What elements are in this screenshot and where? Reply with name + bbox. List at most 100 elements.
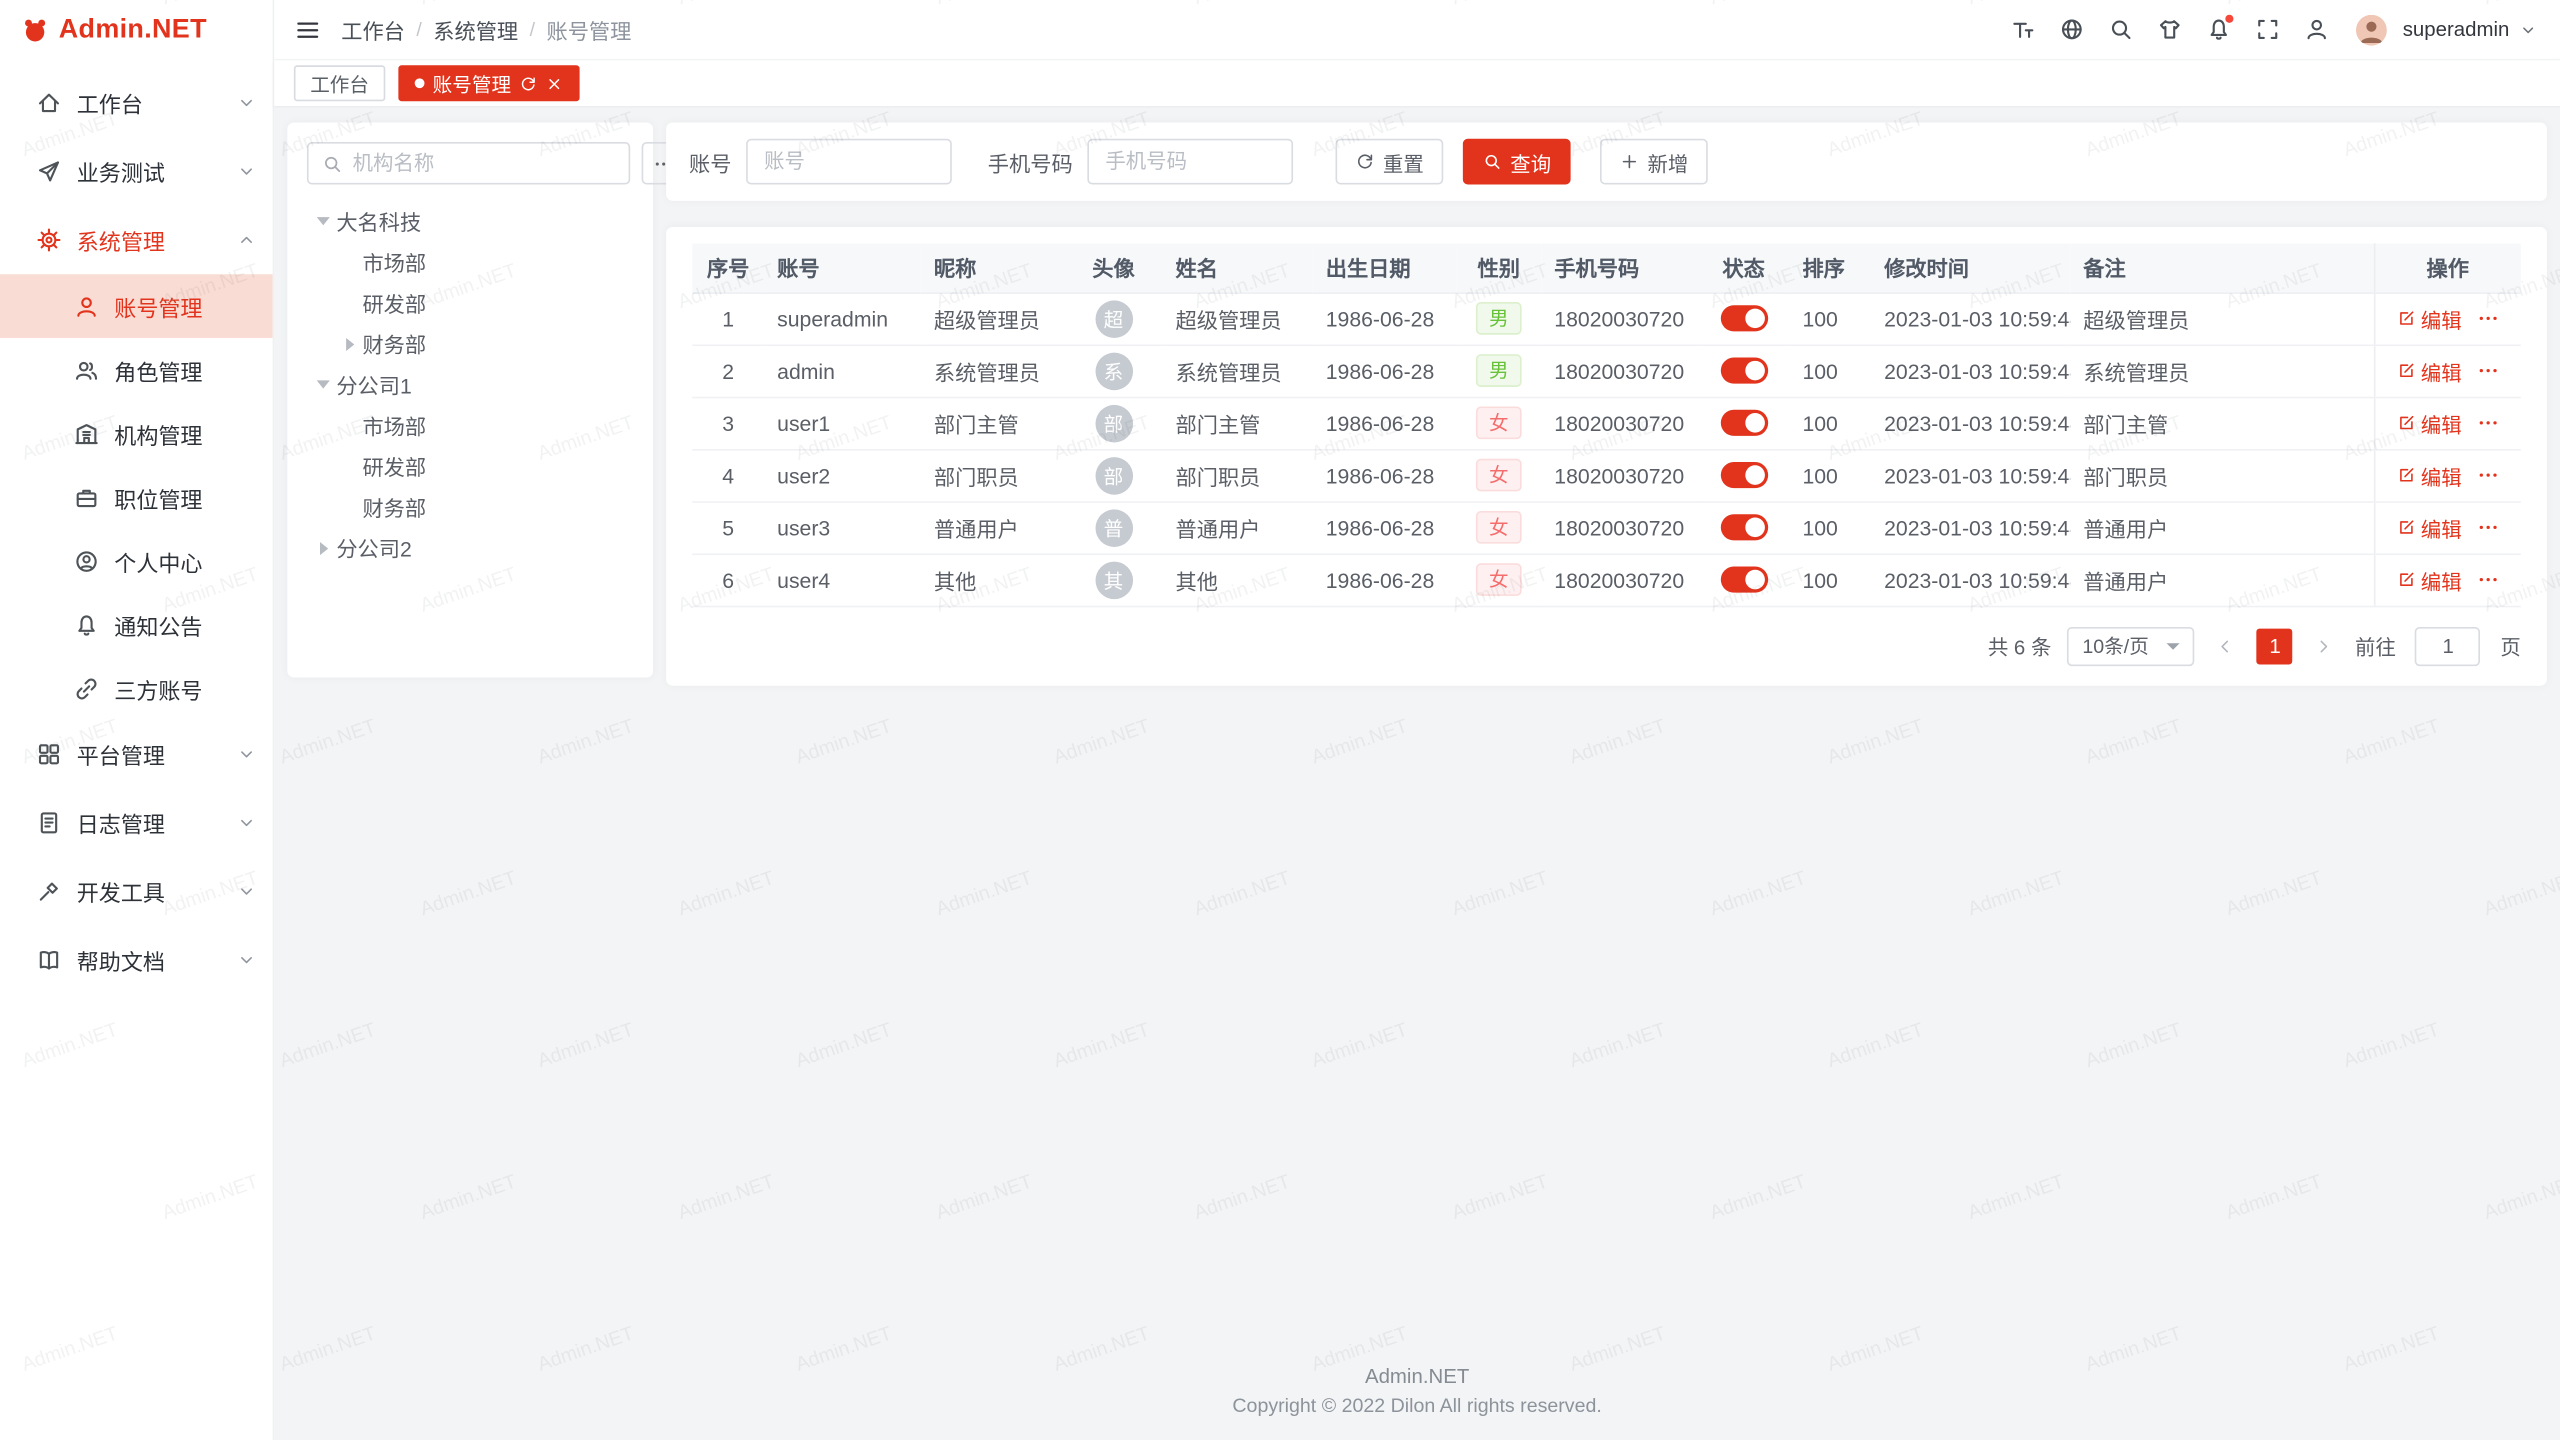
column-header: 账号 — [764, 243, 921, 292]
tree-node[interactable]: 研发部 — [304, 446, 637, 487]
more-actions-button[interactable] — [2476, 359, 2499, 382]
edit-button[interactable]: 编辑 — [2396, 564, 2461, 595]
page-size-select[interactable]: 10条/页 — [2068, 626, 2195, 665]
sidebar-item-role-mgmt[interactable]: 角色管理 — [0, 338, 273, 402]
breadcrumb-item[interactable]: 工作台 — [341, 14, 405, 45]
sidebar-item-org-mgmt[interactable]: 机构管理 — [0, 402, 273, 466]
sidebar-item-label: 通知公告 — [114, 608, 256, 641]
search-icon[interactable] — [2101, 9, 2142, 50]
cell-gender: 女 — [1456, 449, 1541, 501]
tab-account-mgmt[interactable]: 账号管理 — [398, 65, 579, 101]
sidebar-item-notice[interactable]: 通知公告 — [0, 593, 273, 657]
cell-birth-date: 1986-06-28 — [1313, 553, 1457, 605]
tab-close-icon[interactable] — [545, 74, 563, 92]
page-1-button[interactable]: 1 — [2257, 628, 2293, 664]
caret-right-icon[interactable] — [336, 331, 362, 357]
menu-collapse-icon[interactable] — [294, 16, 322, 44]
cell-remark: 普通用户 — [2070, 553, 2374, 605]
sidebar-item-help-docs[interactable]: 帮助文档 — [0, 926, 273, 995]
sidebar-item-platform-mgmt[interactable]: 平台管理 — [0, 720, 273, 789]
tree-node[interactable]: 分公司1 — [304, 364, 637, 405]
account-input[interactable] — [746, 139, 952, 185]
edit-button[interactable]: 编辑 — [2396, 407, 2461, 438]
status-toggle[interactable] — [1720, 410, 1767, 436]
edit-button[interactable]: 编辑 — [2396, 512, 2461, 543]
edit-button[interactable]: 编辑 — [2396, 460, 2461, 491]
font-size-icon[interactable] — [2003, 9, 2044, 50]
tree-node[interactable]: 研发部 — [304, 282, 637, 323]
edit-icon — [2396, 465, 2416, 485]
add-button[interactable]: 新增 — [1600, 139, 1708, 185]
edit-icon — [2396, 570, 2416, 590]
edit-label: 编辑 — [2421, 355, 2462, 386]
book-icon — [36, 947, 62, 973]
cell-account: user2 — [764, 449, 921, 501]
tree-node[interactable]: 财务部 — [304, 487, 637, 528]
breadcrumb-item[interactable]: 账号管理 — [546, 14, 631, 45]
tab-workbench[interactable]: 工作台 — [294, 65, 385, 101]
phone-input[interactable] — [1087, 139, 1293, 185]
more-actions-button[interactable] — [2476, 307, 2499, 330]
sidebar-item-log-mgmt[interactable]: 日志管理 — [0, 789, 273, 858]
phone-label: 手机号码 — [988, 146, 1073, 177]
status-toggle[interactable] — [1720, 515, 1767, 541]
cell-index: 2 — [692, 344, 764, 396]
status-toggle[interactable] — [1720, 358, 1767, 384]
sidebar-item-system-mgmt[interactable]: 系统管理 — [0, 206, 273, 275]
logo-icon — [21, 16, 49, 44]
cell-nickname: 超级管理员 — [921, 292, 1065, 344]
cell-avatar: 普 — [1064, 501, 1162, 553]
username[interactable]: superadmin — [2403, 18, 2510, 41]
column-header: 序号 — [692, 243, 764, 292]
chevron-down-icon[interactable] — [2519, 20, 2537, 38]
more-actions-button[interactable] — [2476, 516, 2499, 539]
cell-index: 6 — [692, 553, 764, 605]
goto-page-input[interactable] — [2415, 626, 2480, 665]
tree-node[interactable]: 大名科技 — [304, 201, 637, 242]
status-toggle[interactable] — [1720, 463, 1767, 489]
tree-node-label: 研发部 — [362, 451, 426, 482]
content-row: 大名科技市场部研发部财务部分公司1市场部研发部财务部分公司2 账号 手机号码 重… — [287, 122, 2547, 684]
fullscreen-icon[interactable] — [2248, 9, 2289, 50]
caret-down-icon[interactable] — [310, 371, 336, 397]
sidebar-item-third-party-account[interactable]: 三方账号 — [0, 656, 273, 720]
sidebar-item-dev-tools[interactable]: 开发工具 — [0, 857, 273, 926]
tree-node[interactable]: 市场部 — [304, 242, 637, 283]
cell-modified-time: 2023-01-03 10:59:44 — [1871, 501, 2070, 553]
sidebar-item-business-test[interactable]: 业务测试 — [0, 137, 273, 206]
page-size-value: 10条/页 — [2082, 632, 2148, 660]
prev-page-button[interactable] — [2211, 631, 2240, 660]
search-button[interactable]: 查询 — [1463, 139, 1571, 185]
reset-button[interactable]: 重置 — [1336, 139, 1444, 185]
caret-down-icon[interactable] — [310, 208, 336, 234]
status-toggle[interactable] — [1720, 306, 1767, 332]
more-actions-button[interactable] — [2476, 411, 2499, 434]
tree-node-label: 研发部 — [362, 287, 426, 318]
tab-refresh-icon[interactable] — [519, 74, 537, 92]
cell-nickname: 系统管理员 — [921, 344, 1065, 396]
globe-icon[interactable] — [2052, 9, 2093, 50]
tree-node[interactable]: 财务部 — [304, 323, 637, 364]
breadcrumb-item[interactable]: 系统管理 — [433, 14, 518, 45]
org-search-input[interactable] — [353, 152, 616, 175]
user-avatar[interactable] — [2355, 14, 2386, 45]
cell-account: superadmin — [764, 292, 921, 344]
caret-right-icon[interactable] — [310, 535, 336, 561]
sidebar-item-workbench[interactable]: 工作台 — [0, 69, 273, 138]
edit-button[interactable]: 编辑 — [2396, 303, 2461, 334]
tree-node[interactable]: 市场部 — [304, 405, 637, 446]
app-logo[interactable]: Admin.NET — [0, 0, 273, 60]
user-icon[interactable] — [2297, 9, 2338, 50]
status-toggle[interactable] — [1720, 567, 1767, 593]
next-page-button[interactable] — [2309, 631, 2338, 660]
sidebar-item-position-mgmt[interactable]: 职位管理 — [0, 465, 273, 529]
sidebar-item-account-mgmt[interactable]: 账号管理 — [0, 274, 273, 338]
more-actions-button[interactable] — [2476, 568, 2499, 591]
notification-bell-icon[interactable] — [2199, 9, 2240, 50]
sidebar-item-personal-center[interactable]: 个人中心 — [0, 529, 273, 593]
tree-node[interactable]: 分公司2 — [304, 527, 637, 568]
edit-button[interactable]: 编辑 — [2396, 355, 2461, 386]
more-actions-button[interactable] — [2476, 464, 2499, 487]
caret-placeholder — [336, 249, 362, 275]
theme-icon[interactable] — [2150, 9, 2191, 50]
